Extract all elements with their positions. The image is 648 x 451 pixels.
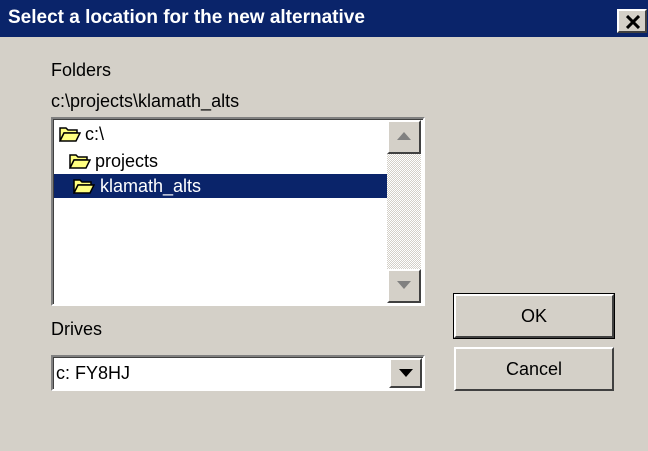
chevron-down-icon <box>399 369 413 377</box>
drives-selected-value: c: FY8HJ <box>56 363 131 383</box>
cancel-button[interactable]: Cancel <box>454 347 614 391</box>
folder-open-icon <box>59 127 81 142</box>
folder-open-icon <box>73 179 95 194</box>
folder-item-root[interactable]: c:\ <box>57 122 197 146</box>
select-location-dialog: Select a location for the new alternativ… <box>0 0 648 451</box>
folder-open-icon <box>69 154 91 169</box>
folder-item-klamath-alts[interactable]: klamath_alts <box>54 174 387 198</box>
window-title: Select a location for the new alternativ… <box>8 7 365 28</box>
drives-dropdown-button[interactable] <box>389 358 422 388</box>
folder-item-label: projects <box>95 151 159 171</box>
close-button[interactable] <box>617 9 647 33</box>
scroll-down-arrow-icon <box>397 281 411 289</box>
title-bar[interactable]: Select a location for the new alternativ… <box>0 0 648 37</box>
scroll-up-button[interactable] <box>387 120 421 154</box>
scroll-up-arrow-icon <box>397 132 411 140</box>
scroll-down-button[interactable] <box>387 269 421 303</box>
folder-list-scrollbar[interactable] <box>387 120 421 303</box>
drives-dropdown[interactable]: c: FY8HJ <box>51 355 425 391</box>
folder-item-projects[interactable]: projects <box>67 149 207 173</box>
drives-label: Drives <box>51 319 103 339</box>
close-icon <box>626 15 640 29</box>
folder-item-label: c:\ <box>85 124 105 144</box>
folders-label: Folders <box>51 60 112 80</box>
folder-list[interactable]: c:\ projects klamath_alts <box>51 117 425 306</box>
ok-button[interactable]: OK <box>453 293 615 339</box>
current-path: c:\projects\klamath_alts <box>51 91 240 111</box>
folder-item-label: klamath_alts <box>100 176 202 196</box>
